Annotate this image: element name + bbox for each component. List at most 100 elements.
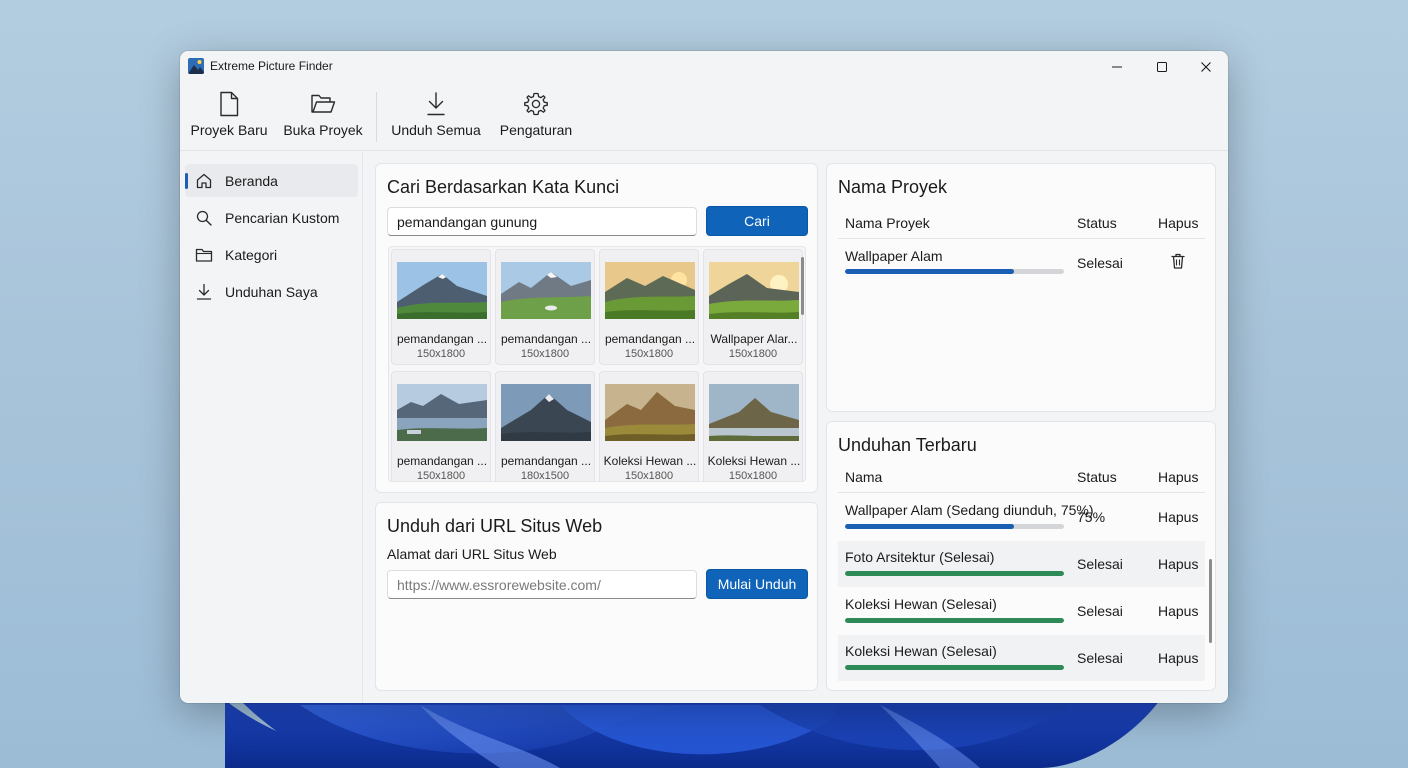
result-name: pemandangan ...: [396, 454, 488, 468]
sidebar-item-label: Unduhan Saya: [225, 284, 318, 300]
thumbnail-image: [501, 262, 591, 319]
result-size: 150x1800: [416, 470, 466, 482]
sidebar-item-category[interactable]: Kategori: [185, 238, 358, 271]
download-name[interactable]: Foto Arsitektur (Selesai): [845, 549, 994, 565]
image-result[interactable]: pemandangan ... 150x1800: [495, 249, 595, 365]
column-header-delete[interactable]: Hapus: [1158, 215, 1198, 231]
project-card: Nama Proyek Nama Proyek Status Hapus Wal…: [826, 163, 1216, 412]
result-size: 150x1800: [624, 470, 674, 482]
thumbnail-image: [605, 262, 695, 319]
column-header-status[interactable]: Status: [1077, 469, 1117, 485]
thumbnail-image: [709, 384, 799, 441]
download-name[interactable]: Koleksi Hewan (Selesai): [845, 596, 997, 612]
open-folder-icon: [310, 91, 336, 117]
project-card-title: Nama Proyek: [838, 177, 948, 197]
recent-downloads-title: Unduhan Terbaru: [838, 435, 977, 455]
active-indicator: [185, 173, 188, 189]
recent-downloads-card: Unduhan Terbaru Nama Status Hapus Wallpa…: [826, 421, 1216, 691]
keyword-search-card: Cari Berdasarkan Kata Kunci pemandangan …: [375, 163, 818, 493]
image-result[interactable]: pemandangan ... 180x1500: [495, 371, 595, 481]
result-name: pemandangan ...: [500, 332, 592, 346]
maximize-button[interactable]: [1139, 51, 1184, 83]
column-header-status[interactable]: Status: [1077, 215, 1117, 231]
maximize-icon: [1156, 62, 1167, 72]
image-result[interactable]: pemandangan ... 150x1800: [391, 371, 491, 482]
project-status: Selesai: [1077, 255, 1123, 271]
search-icon: [196, 210, 212, 226]
image-results-grid: pemandangan ... 150x1800 pemandangan ...…: [388, 246, 806, 482]
result-size: 150x1800: [416, 348, 466, 360]
toolbar-separator: [376, 92, 377, 142]
toolbar: Proyek Baru Buka Proyek Unduh Semua Peng…: [180, 83, 1228, 151]
column-header-name[interactable]: Nama Proyek: [845, 215, 930, 231]
close-button[interactable]: [1183, 51, 1228, 83]
image-result[interactable]: pemandangan ... 150x1800: [391, 249, 491, 365]
sidebar-item-label: Pencarian Kustom: [225, 210, 340, 226]
column-header-delete[interactable]: Hapus: [1158, 469, 1198, 485]
start-download-button[interactable]: Mulai Unduh: [706, 569, 808, 599]
new-file-icon: [216, 91, 242, 117]
project-progress-bar: [845, 269, 1064, 274]
result-size: 150x1800: [624, 348, 674, 360]
download-icon: [423, 91, 449, 117]
sidebar-item-my-downloads[interactable]: Unduhan Saya: [185, 275, 358, 308]
delete-download-button[interactable]: Hapus: [1158, 603, 1198, 619]
delete-download-button[interactable]: Hapus: [1158, 509, 1198, 525]
download-all-label: Unduh Semua: [391, 122, 481, 138]
gallery-scrollbar[interactable]: [801, 257, 804, 315]
delete-download-button[interactable]: Hapus: [1158, 650, 1198, 666]
image-result[interactable]: Wallpaper Alar... 150x1800: [703, 249, 803, 365]
thumbnail-image: [709, 262, 799, 319]
minimize-button[interactable]: [1094, 51, 1139, 83]
progress-fill: [845, 571, 1064, 576]
download-status: Selesai: [1077, 603, 1123, 619]
header-divider: [838, 238, 1205, 239]
sidebar-item-home[interactable]: Beranda: [185, 164, 358, 197]
thumbnail-image: [397, 384, 487, 441]
search-button[interactable]: Cari: [706, 206, 808, 236]
download-name[interactable]: Koleksi Hewan (Selesai): [845, 643, 997, 659]
result-size: 150x1800: [520, 348, 570, 360]
project-name[interactable]: Wallpaper Alam: [845, 248, 943, 264]
result-name: pemandangan ...: [604, 332, 696, 346]
progress-fill: [845, 665, 1064, 670]
image-result[interactable]: Koleksi Hewan ... 150x1800: [599, 371, 699, 482]
trash-icon: [1171, 253, 1185, 269]
home-icon: [196, 173, 212, 189]
new-project-button[interactable]: Proyek Baru: [190, 91, 268, 141]
delete-project-button[interactable]: [1169, 252, 1187, 270]
search-input[interactable]: pemandangan gunung: [387, 207, 697, 236]
delete-download-button[interactable]: Hapus: [1158, 556, 1198, 572]
image-result[interactable]: pemandangan ... 150x1800: [599, 249, 699, 365]
result-name: Koleksi Hewan ...: [603, 454, 697, 468]
result-name: pemandangan ...: [396, 332, 488, 346]
app-window: Extreme Picture Finder Proyek Baru Buka …: [180, 51, 1228, 703]
result-name: Koleksi Hewan ...: [707, 454, 801, 468]
download-all-button[interactable]: Unduh Semua: [391, 91, 481, 141]
image-result[interactable]: Koleksi Hewan ... 150x1800: [703, 371, 803, 481]
sidebar-item-custom-search[interactable]: Pencarian Kustom: [185, 201, 358, 234]
progress-fill: [845, 524, 1014, 529]
download-name[interactable]: Wallpaper Alam (Sedang diunduh, 75%): [845, 502, 1094, 518]
result-name: Wallpaper Alar...: [710, 332, 798, 346]
url-field-label: Alamat dari URL Situs Web: [387, 546, 557, 562]
gear-icon: [523, 91, 549, 117]
column-header-name[interactable]: Nama: [845, 469, 882, 485]
keyword-search-title: Cari Berdasarkan Kata Kunci: [387, 177, 620, 197]
result-size: 150x1800: [728, 348, 778, 360]
close-icon: [1200, 62, 1211, 72]
open-project-label: Buka Proyek: [283, 122, 363, 138]
sidebar-item-label: Beranda: [225, 173, 278, 189]
thumbnail-image: [397, 262, 487, 319]
settings-button[interactable]: Pengaturan: [499, 91, 573, 141]
minimize-icon: [1111, 66, 1122, 68]
progress-fill: [845, 618, 1064, 623]
sidebar: Beranda Pencarian Kustom Kategori Unduha…: [180, 152, 363, 703]
url-input[interactable]: https://www.essrorewebsite.com/: [387, 570, 697, 599]
title-bar[interactable]: Extreme Picture Finder: [180, 51, 1228, 83]
result-name: pemandangan ...: [500, 454, 592, 468]
open-project-button[interactable]: Buka Proyek: [283, 91, 363, 141]
downloads-scrollbar[interactable]: [1209, 559, 1212, 643]
url-download-card: Unduh dari URL Situs Web Alamat dari URL…: [375, 502, 818, 691]
url-download-title: Unduh dari URL Situs Web: [387, 516, 603, 536]
